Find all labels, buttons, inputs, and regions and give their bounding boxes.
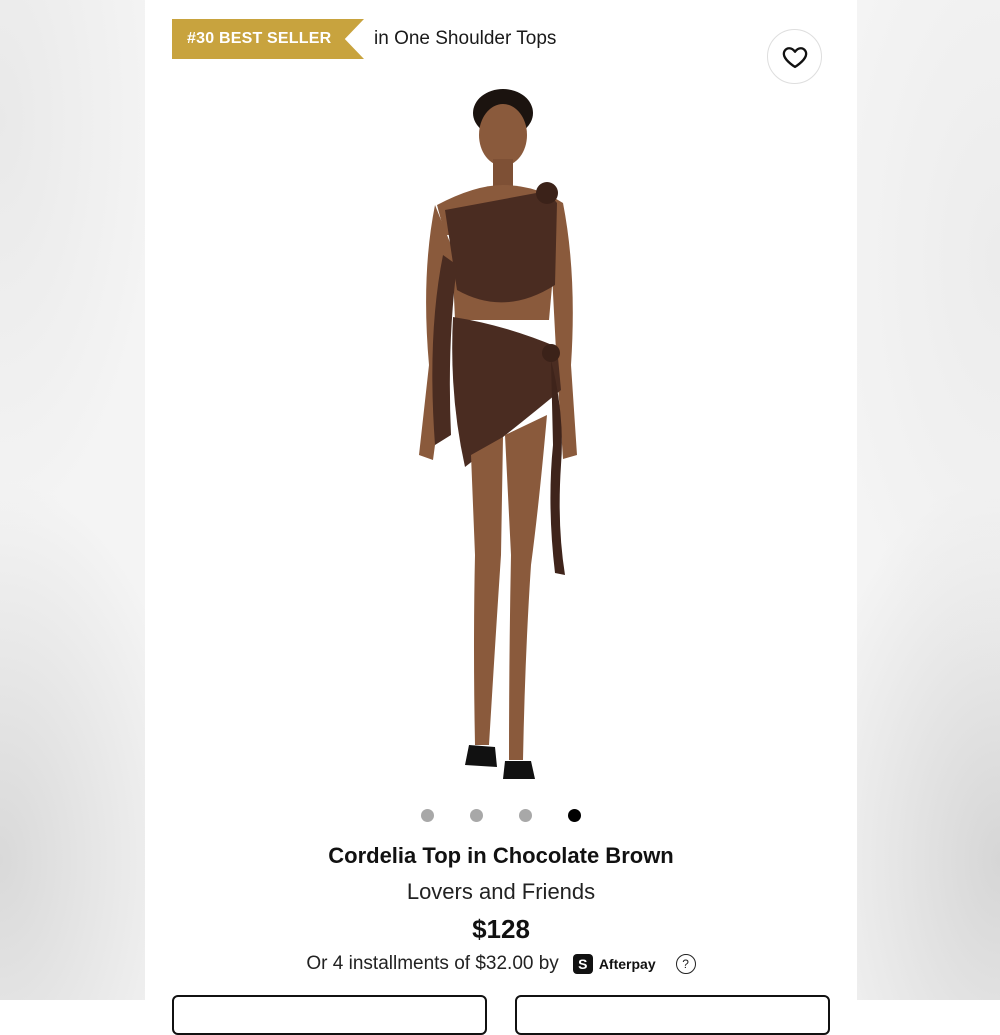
heart-outline-icon: [782, 46, 807, 68]
carousel-dot[interactable]: [421, 809, 434, 822]
product-card: #30 BEST SELLER in One Shoulder Tops Cor…: [145, 0, 857, 1035]
best-seller-category[interactable]: in One Shoulder Tops: [374, 28, 556, 50]
product-title: Cordelia Top in Chocolate Brown: [328, 843, 674, 868]
afterpay-logo-icon: S: [572, 954, 593, 974]
carousel-dot[interactable]: [470, 809, 483, 822]
afterpay-logo: S Afterpay: [572, 954, 656, 974]
afterpay-label: Afterpay: [598, 956, 656, 972]
best-seller-badge: #30 BEST SELLER: [172, 19, 364, 59]
model-illustration: [419, 89, 577, 779]
action-button-right[interactable]: [515, 995, 830, 1035]
wishlist-button[interactable]: [767, 29, 822, 84]
installments-text: Or 4 installments of $32.00 by: [306, 953, 559, 974]
action-button-left[interactable]: [172, 995, 487, 1035]
product-image[interactable]: [325, 85, 675, 795]
product-brand[interactable]: Lovers and Friends: [145, 879, 857, 905]
image-carousel-indicators: [145, 809, 857, 822]
installments-info: Or 4 installments of $32.00 by S Afterpa…: [145, 953, 857, 975]
question-circle-icon[interactable]: ?: [675, 954, 696, 974]
product-price: $128: [472, 914, 530, 944]
carousel-dot-active[interactable]: [568, 809, 581, 822]
carousel-dot[interactable]: [519, 809, 532, 822]
